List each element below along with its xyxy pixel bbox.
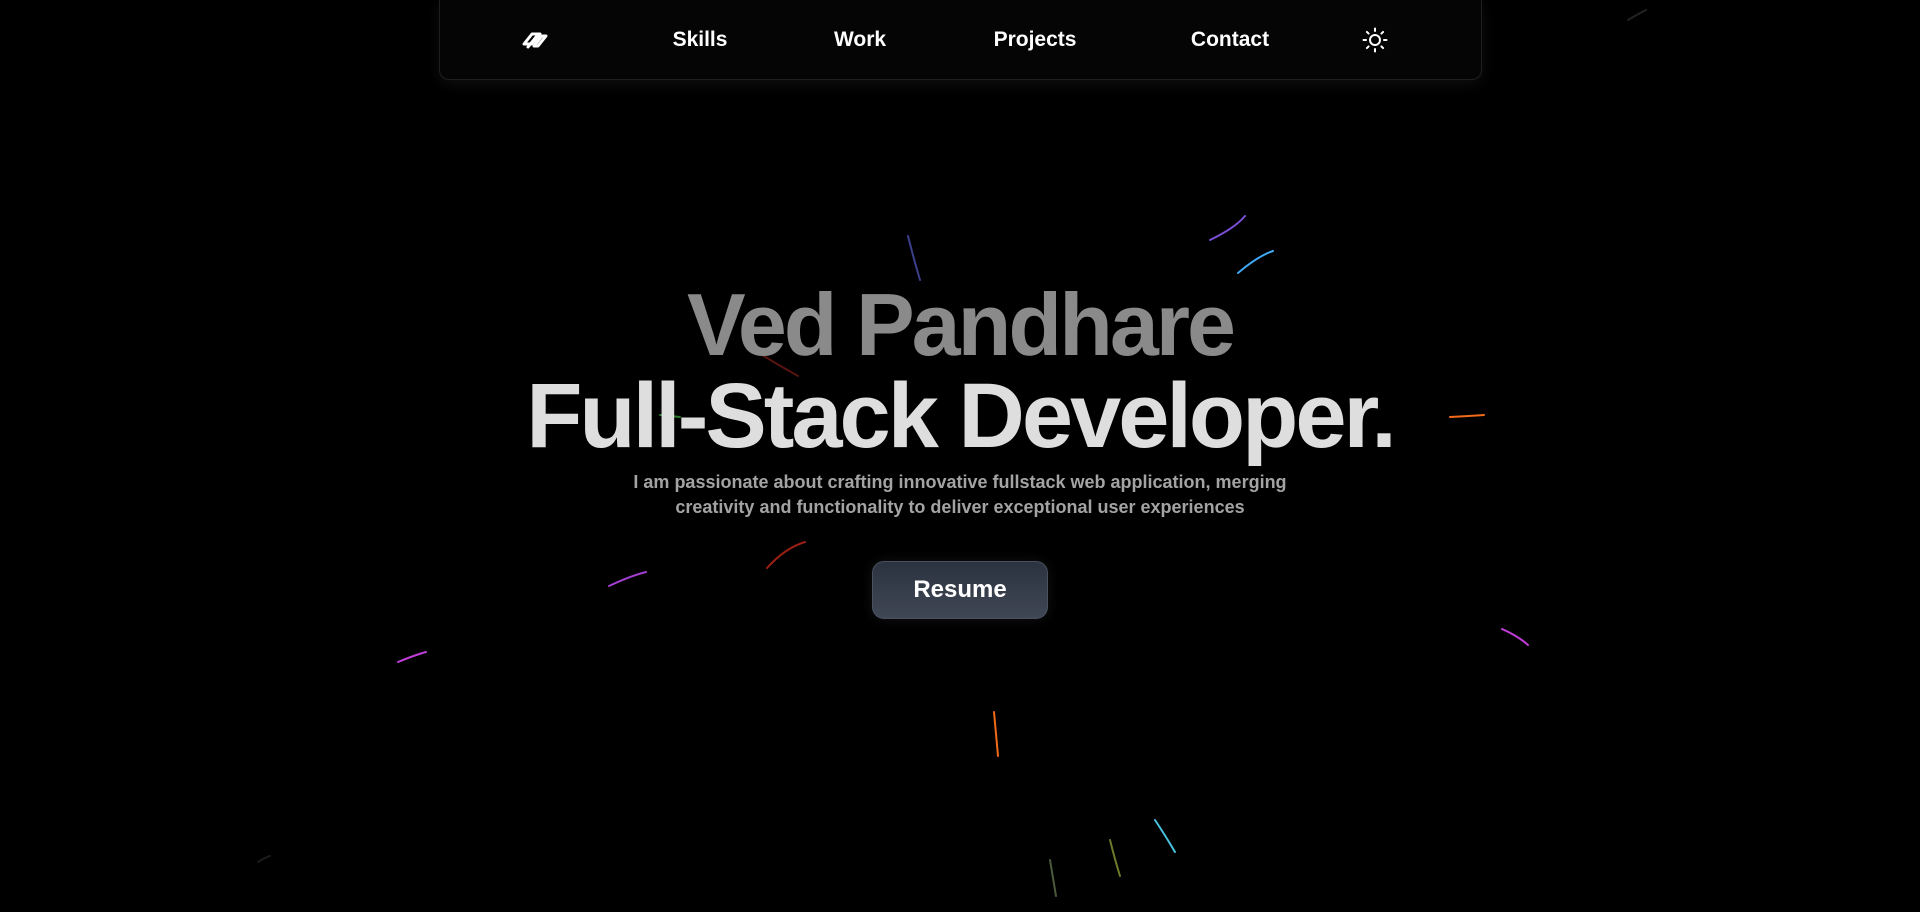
sun-icon: [1362, 27, 1388, 53]
streak-purple-left: [608, 571, 647, 587]
streak-dim-bottom-left: [257, 855, 271, 863]
hero-description: I am passionate about crafting innovativ…: [633, 472, 1287, 517]
streak-purple-top: [1209, 215, 1246, 241]
nav-projects[interactable]: Projects: [960, 0, 1110, 80]
streak-indigo: [907, 235, 921, 281]
streak-grey-bottom: [1049, 859, 1057, 897]
top-navbar: Skills Work Projects Contact: [439, 0, 1482, 80]
link-logo-icon: [522, 32, 548, 49]
nav-work[interactable]: Work: [805, 0, 915, 80]
theme-toggle-button[interactable]: [1358, 0, 1392, 80]
streak-blue-top: [1237, 250, 1274, 274]
resume-button[interactable]: Resume: [872, 561, 1048, 619]
streak-magenta-left: [397, 651, 427, 663]
streak-magenta-right: [1501, 628, 1529, 646]
nav-contact[interactable]: Contact: [1155, 0, 1305, 80]
streak-dim-corner: [1627, 9, 1647, 21]
streak-orange-bottom: [993, 711, 999, 757]
streak-red-mid: [766, 541, 806, 569]
streak-olive-bottom: [1109, 839, 1121, 877]
portfolio-page: Skills Work Projects Contact Ved Pandhar…: [0, 0, 1920, 912]
hero-role-title: Full-Stack Developer.: [526, 365, 1397, 467]
nav-skills[interactable]: Skills: [645, 0, 755, 80]
logo-link[interactable]: [517, 0, 551, 80]
hero-name: Ved Pandhare: [686, 275, 1236, 374]
streak-cyan-bottom: [1154, 819, 1176, 853]
